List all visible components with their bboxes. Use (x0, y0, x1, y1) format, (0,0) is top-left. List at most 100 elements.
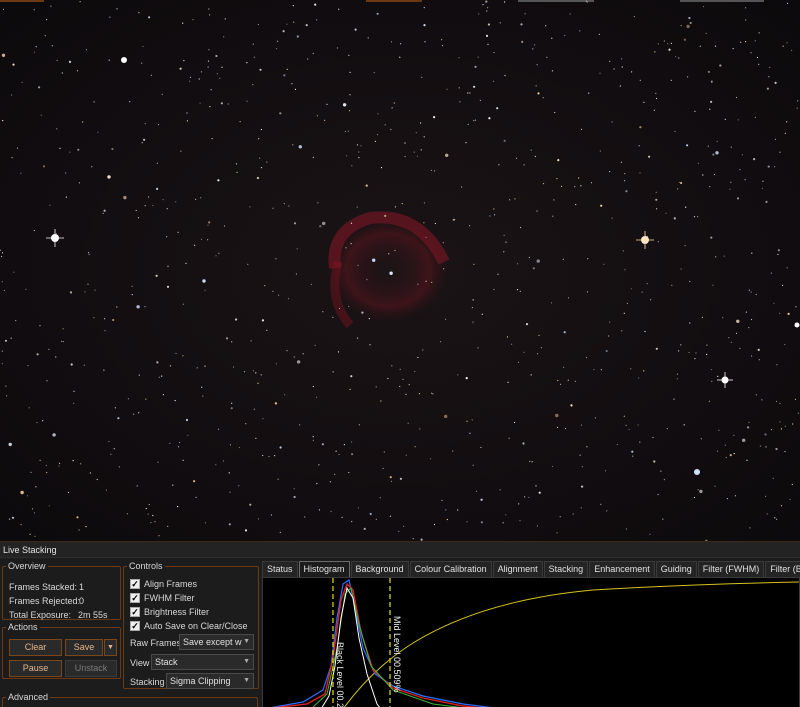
star (150, 74, 152, 76)
star (709, 186, 711, 188)
star (739, 347, 741, 349)
star (33, 512, 36, 514)
tab-colour-calibration[interactable]: Colour Calibration (409, 561, 492, 577)
star (608, 335, 610, 337)
align-frames-checkbox[interactable]: ✓ Align Frames (130, 579, 197, 589)
star (348, 305, 350, 308)
star (96, 478, 98, 481)
total-exposure-row: Total Exposure: 2m 55s (9, 610, 108, 620)
tab-status[interactable]: Status (262, 561, 298, 577)
star (444, 414, 448, 419)
histogram-panel[interactable]: Black Level 00.2 Mid Level 00.509% (262, 577, 800, 707)
star (272, 290, 274, 292)
star (530, 149, 532, 151)
star (236, 171, 238, 173)
star (746, 459, 748, 461)
star (223, 36, 225, 38)
unstack-button[interactable]: Unstack (65, 660, 117, 677)
star (239, 121, 241, 123)
star (655, 97, 658, 100)
frames-rejected-label: Frames Rejected: (9, 596, 81, 606)
tab-background[interactable]: Background (350, 561, 409, 577)
star (275, 363, 277, 365)
star (12, 63, 15, 66)
star (367, 37, 369, 39)
star (417, 356, 419, 359)
star (702, 174, 704, 176)
star (710, 369, 713, 371)
save-button[interactable]: Save (65, 639, 103, 656)
clear-button[interactable]: Clear (9, 639, 62, 656)
fwhm-filter-checkbox[interactable]: ✓ FWHM Filter (130, 593, 195, 603)
star (733, 453, 735, 455)
star (9, 518, 11, 520)
raw-frames-select[interactable]: Save except w ▼ (179, 634, 254, 650)
checkmark-icon: ✓ (130, 607, 140, 617)
star (766, 87, 770, 90)
star (48, 505, 50, 507)
star (639, 441, 641, 443)
star (138, 412, 140, 414)
star (88, 252, 90, 254)
tab-filter-fwhm[interactable]: Filter (FWHM) (697, 561, 765, 577)
star (580, 507, 582, 509)
tab-histogram[interactable]: Histogram (298, 561, 350, 577)
tab-filter-brightness[interactable]: Filter (Brightne (765, 561, 800, 577)
star (417, 283, 419, 285)
star (215, 255, 217, 257)
star (262, 454, 264, 457)
star (350, 375, 353, 378)
star (413, 151, 415, 153)
star (423, 222, 425, 224)
star (113, 448, 115, 450)
star (336, 47, 338, 49)
star (670, 42, 673, 45)
star (166, 285, 170, 288)
stacking-select[interactable]: Sigma Clipping ▼ (166, 673, 254, 689)
brightness-filter-checkbox[interactable]: ✓ Brightness Filter (130, 607, 209, 617)
tab-stacking[interactable]: Stacking (543, 561, 589, 577)
star (257, 518, 259, 520)
star (76, 70, 79, 72)
star (515, 157, 518, 159)
star (441, 499, 443, 501)
star (523, 351, 525, 353)
star (564, 427, 567, 430)
live-stack-image[interactable] (0, 0, 800, 541)
auto-save-checkbox[interactable]: ✓ Auto Save on Clear/Close (130, 621, 248, 631)
star (372, 258, 376, 262)
frames-stacked-row: Frames Stacked: 1 (9, 582, 84, 592)
star (574, 380, 576, 382)
star (499, 489, 501, 491)
star (518, 503, 520, 505)
tab-enhancement[interactable]: Enhancement (589, 561, 655, 577)
star (697, 489, 699, 491)
star (116, 306, 118, 308)
star (655, 347, 658, 350)
save-dropdown-icon[interactable]: ▼ (104, 639, 117, 656)
star (62, 341, 64, 343)
star (730, 341, 732, 343)
star (247, 263, 249, 265)
star (748, 289, 750, 291)
tab-guiding[interactable]: Guiding (655, 561, 697, 577)
star (314, 344, 316, 346)
chevron-down-icon: ▼ (243, 638, 250, 645)
star (774, 138, 777, 140)
star (46, 380, 48, 382)
star (519, 520, 521, 522)
star (431, 392, 433, 394)
star (216, 73, 218, 75)
star (330, 510, 332, 513)
star (480, 498, 483, 501)
tab-alignment[interactable]: Alignment (492, 561, 543, 577)
pause-button[interactable]: Pause (9, 660, 62, 677)
view-select[interactable]: Stack ▼ (151, 654, 254, 670)
star (663, 40, 665, 42)
star (258, 138, 260, 140)
star (707, 145, 709, 147)
star (15, 319, 17, 322)
star (189, 80, 191, 82)
star (275, 258, 277, 260)
star (35, 486, 37, 488)
